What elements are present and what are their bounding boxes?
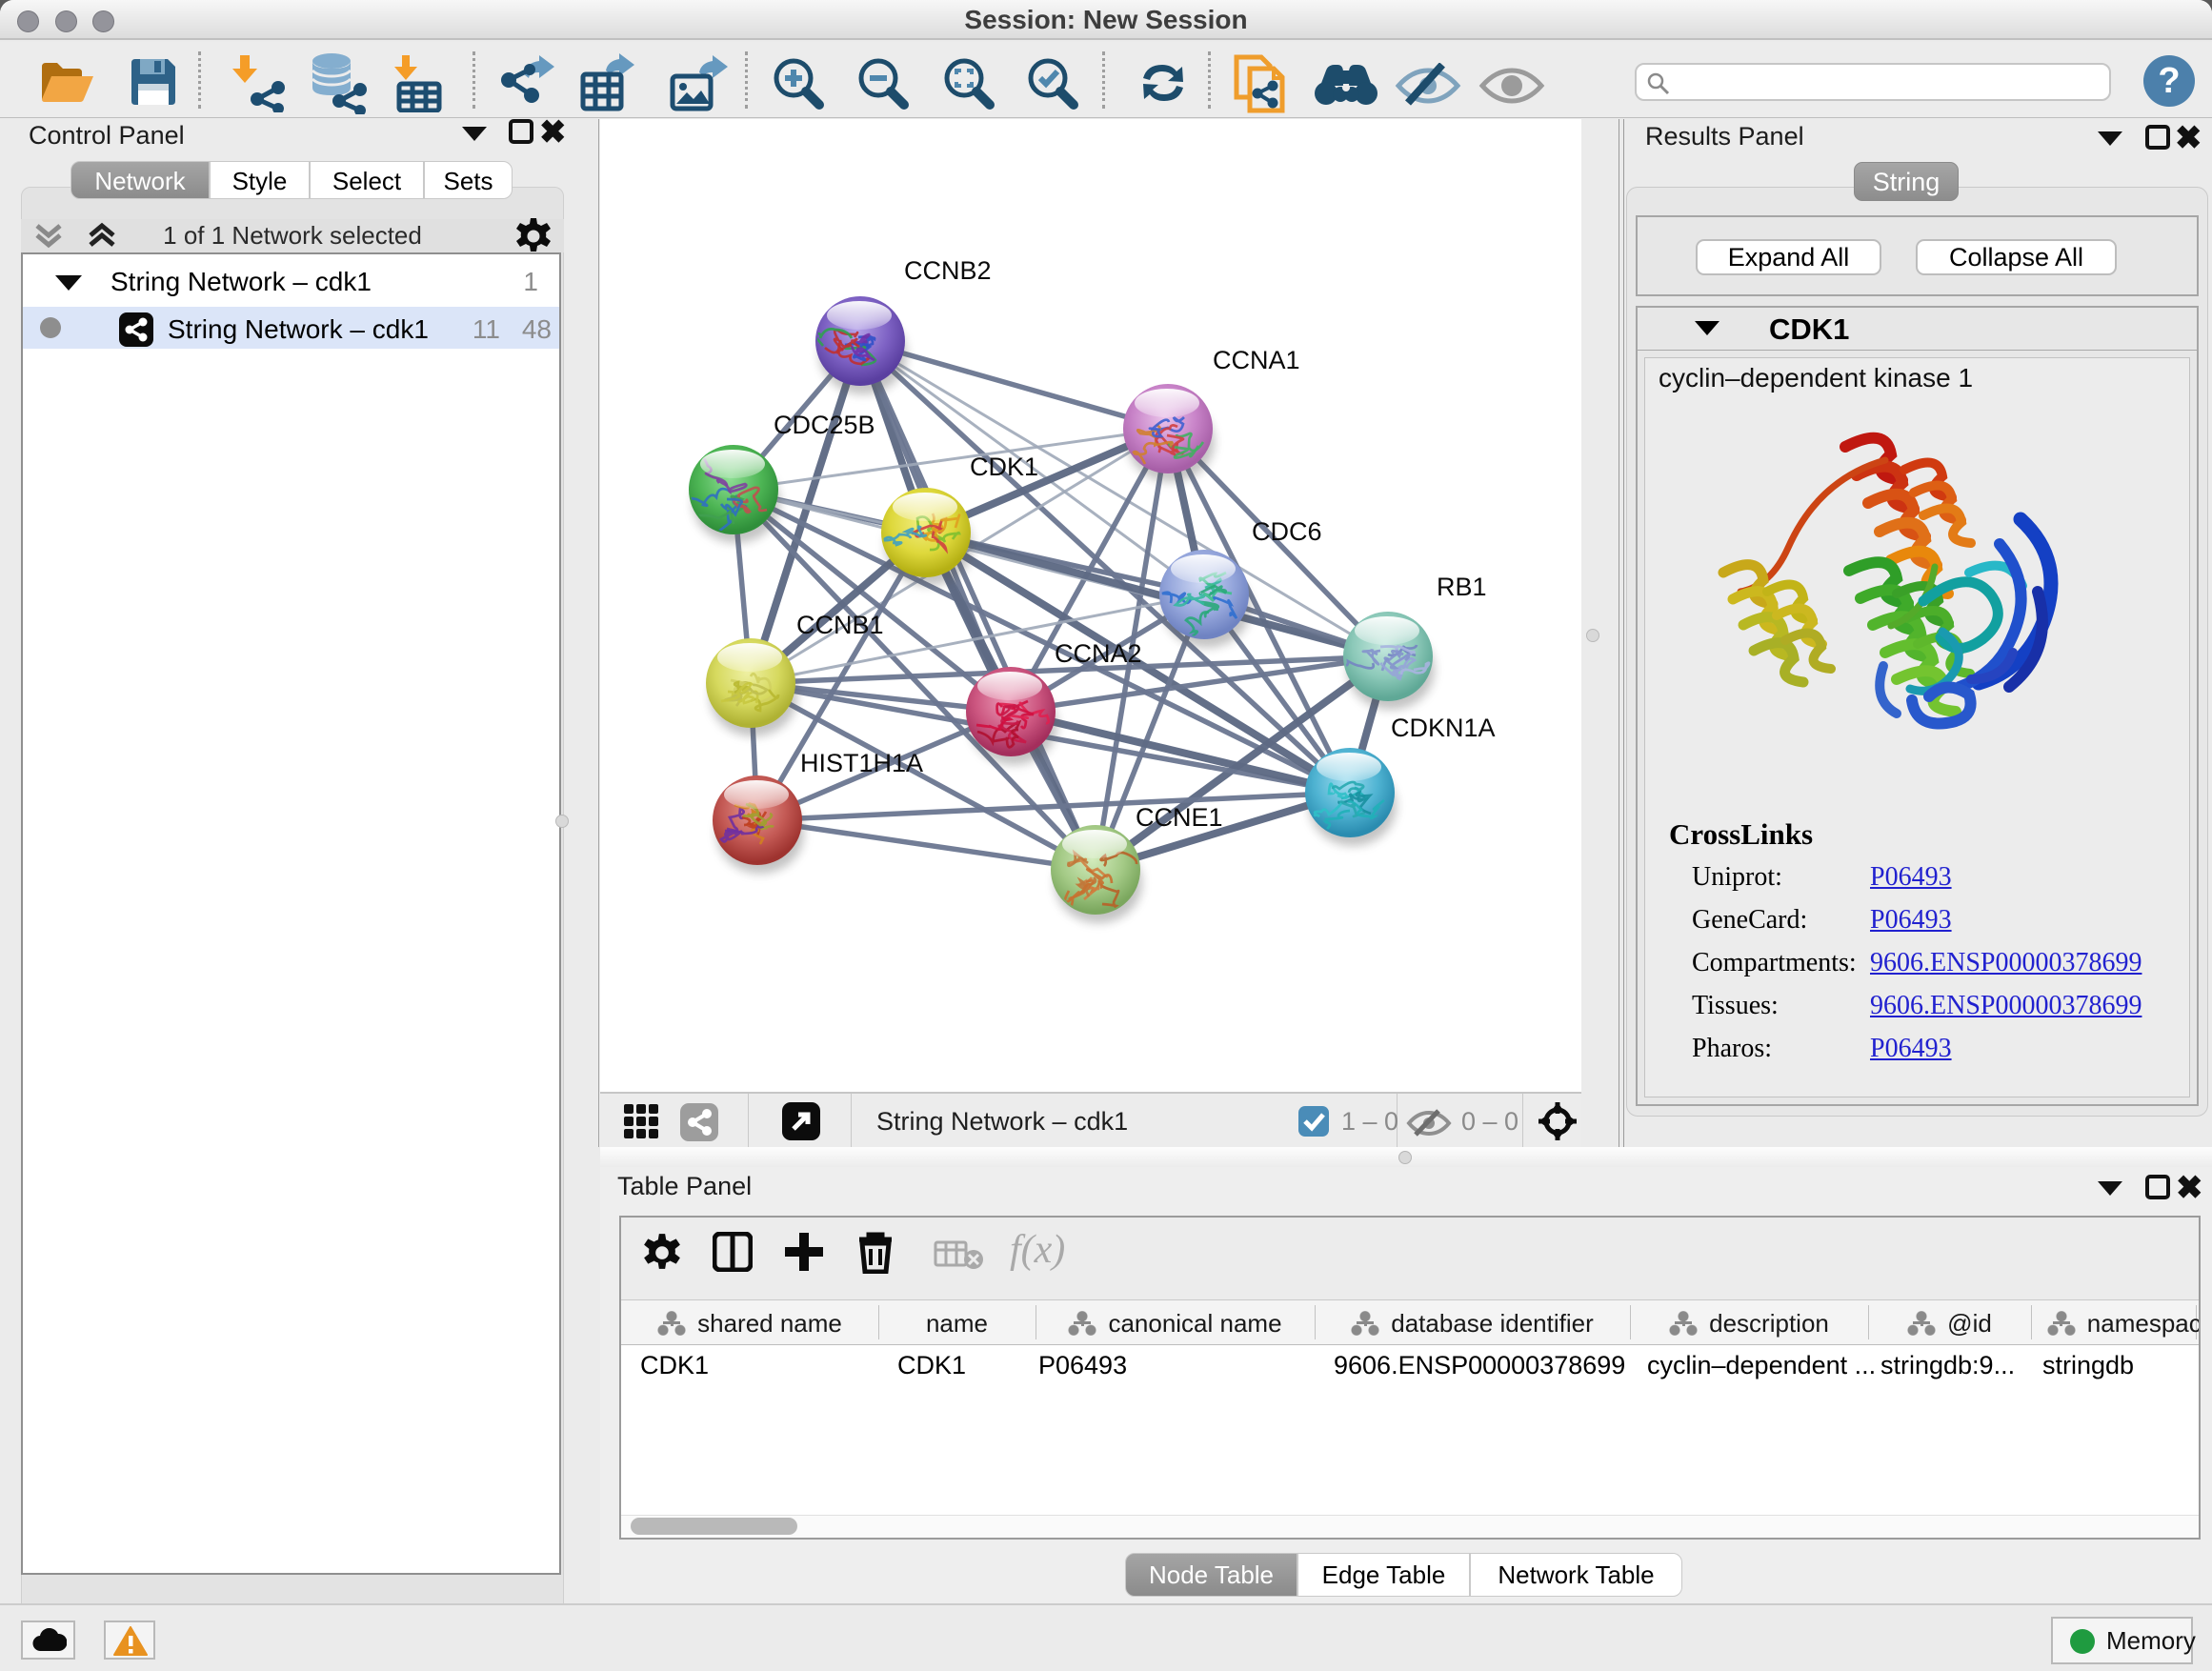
svg-text:RB1: RB1 xyxy=(1437,573,1487,601)
svg-text:CCNB1: CCNB1 xyxy=(796,611,884,639)
svg-text:CDC6: CDC6 xyxy=(1252,517,1322,546)
svg-text:HIST1H1A: HIST1H1A xyxy=(800,749,923,777)
svg-text:CCNA1: CCNA1 xyxy=(1213,346,1300,374)
svg-text:CCNB2: CCNB2 xyxy=(904,256,992,285)
svg-text:CDKN1A: CDKN1A xyxy=(1391,714,1496,742)
svg-text:CDC25B: CDC25B xyxy=(774,411,875,439)
svg-text:CCNA2: CCNA2 xyxy=(1055,639,1142,668)
svg-text:CDK1: CDK1 xyxy=(970,453,1038,481)
svg-text:CCNE1: CCNE1 xyxy=(1136,803,1223,832)
